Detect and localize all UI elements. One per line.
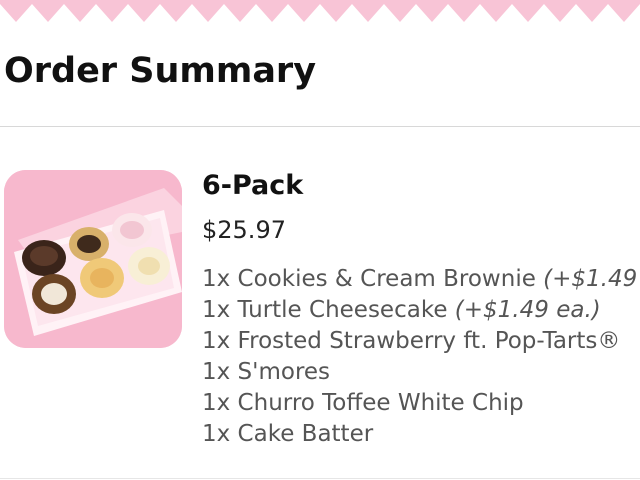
list-item: 1x Churro Toffee White Chip <box>202 388 640 419</box>
list-item: 1x Turtle Cheesecake (+$1.49 ea.) <box>202 295 640 326</box>
product-image <box>4 170 182 348</box>
item-text: 1x S'mores <box>202 359 331 385</box>
scalloped-header-pattern <box>0 0 640 22</box>
item-addon-price: (+$1.49 ea.) <box>454 297 601 323</box>
item-text: 1x Frosted Strawberry ft. Pop-Tarts® <box>202 328 621 354</box>
product-name: 6-Pack <box>202 170 304 201</box>
item-list: 1x Cookies & Cream Brownie (+$1.49 1x Tu… <box>202 264 640 450</box>
item-text: 1x Cake Batter <box>202 421 374 447</box>
list-item: 1x Cake Batter <box>202 419 640 450</box>
page-title: Order Summary <box>4 51 317 91</box>
list-item: 1x Cookies & Cream Brownie (+$1.49 <box>202 264 640 295</box>
item-text: 1x Cookies & Cream Brownie <box>202 266 536 292</box>
divider <box>0 478 640 479</box>
item-text: 1x Churro Toffee White Chip <box>202 390 524 416</box>
list-item: 1x S'mores <box>202 357 640 388</box>
divider <box>0 126 640 127</box>
product-price: $25.97 <box>202 216 286 244</box>
item-addon-price: (+$1.49 <box>543 266 638 292</box>
item-text: 1x Turtle Cheesecake <box>202 297 448 323</box>
list-item: 1x Frosted Strawberry ft. Pop-Tarts® <box>202 326 640 357</box>
